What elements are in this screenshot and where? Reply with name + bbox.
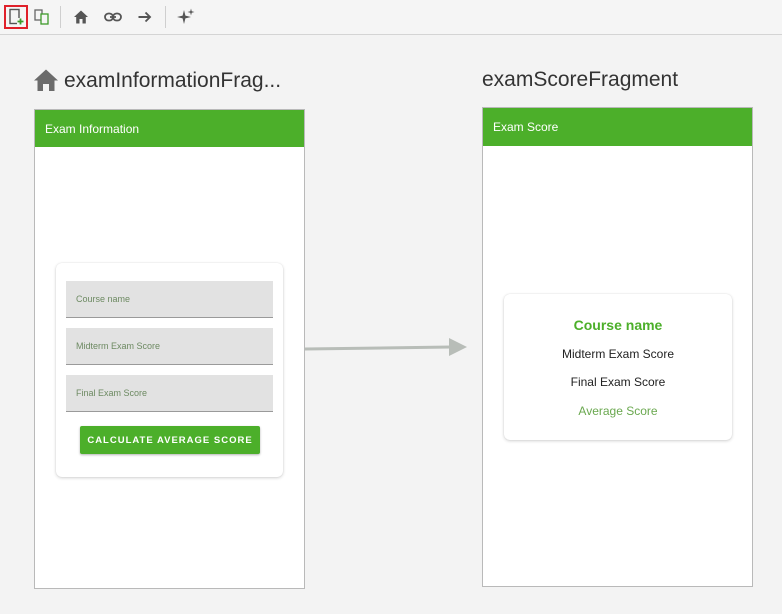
arrow-right-icon — [138, 11, 152, 23]
toolbar — [0, 0, 782, 35]
final-score-field[interactable]: Final Exam Score — [66, 375, 273, 412]
destination-title-exam-score[interactable]: examScoreFragment — [482, 68, 678, 92]
link-icon — [104, 12, 122, 22]
course-name-placeholder: Course name — [76, 294, 131, 304]
course-name-text: Course name — [573, 317, 663, 333]
app-bar-title: Exam Score — [493, 120, 559, 134]
copy-destination-icon — [34, 9, 49, 25]
sparkle-icon — [177, 8, 195, 24]
navigation-action-arrow[interactable] — [303, 335, 469, 361]
start-destination-home-icon — [34, 69, 58, 91]
final-score-text: Final Exam Score — [570, 375, 666, 389]
app-bar: Exam Score — [483, 108, 752, 146]
calculate-average-score-button[interactable]: CALCULATE AVERAGE SCORE — [80, 426, 260, 454]
midterm-score-placeholder: Midterm Exam Score — [76, 341, 161, 351]
copy-destination-button[interactable] — [30, 5, 54, 29]
home-icon — [74, 10, 88, 24]
app-bar: Exam Information — [35, 110, 304, 147]
toolbar-separator — [165, 6, 166, 28]
course-name-field[interactable]: Course name — [66, 281, 273, 318]
destination-preview-exam-information[interactable]: Exam Information Course name Midterm Exa… — [34, 109, 305, 589]
final-score-placeholder: Final Exam Score — [76, 388, 148, 398]
set-start-destination-button[interactable] — [69, 5, 93, 29]
exam-score-card: Course name Midterm Exam Score Final Exa… — [504, 294, 732, 440]
midterm-score-text: Midterm Exam Score — [561, 347, 675, 361]
assistant-button[interactable] — [174, 5, 198, 29]
toolbar-separator — [60, 6, 61, 28]
new-destination-button[interactable] — [4, 5, 28, 29]
midterm-score-field[interactable]: Midterm Exam Score — [66, 328, 273, 365]
new-destination-icon — [9, 8, 24, 25]
deep-link-button[interactable] — [101, 5, 125, 29]
add-action-button[interactable] — [133, 5, 157, 29]
app-bar-title: Exam Information — [45, 121, 140, 136]
destination-preview-exam-score[interactable]: Exam Score Course name Midterm Exam Scor… — [482, 107, 753, 587]
exam-input-card: Course name Midterm Exam Score Final Exa… — [56, 263, 283, 477]
destination-title-exam-information[interactable]: examInformationFrag... — [64, 69, 281, 93]
average-score-text: Average Score — [578, 404, 658, 418]
